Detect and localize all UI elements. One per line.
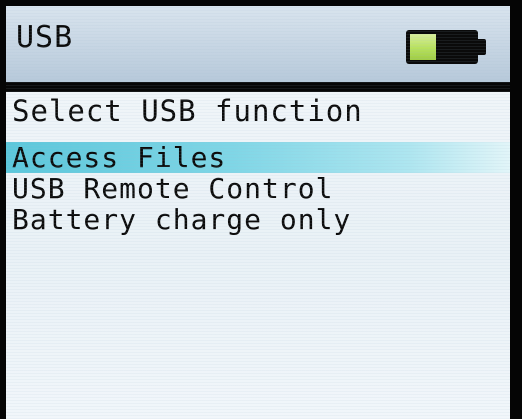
menu-item-label: USB Remote Control — [12, 172, 334, 205]
lcd-screen: USB Select USB function Access Files USB… — [6, 6, 510, 419]
menu-item-access-files[interactable]: Access Files — [6, 142, 510, 173]
title-separator — [6, 82, 510, 92]
menu-item-usb-remote-control[interactable]: USB Remote Control — [6, 173, 510, 204]
battery-icon — [406, 30, 486, 64]
battery-level-fill — [410, 34, 436, 60]
menu-item-battery-charge-only[interactable]: Battery charge only — [6, 204, 510, 235]
usb-function-menu: Access Files USB Remote Control Battery … — [6, 142, 510, 235]
title-bar: USB — [6, 6, 510, 82]
device-frame: USB Select USB function Access Files USB… — [0, 0, 522, 419]
menu-item-label: Access Files — [12, 141, 227, 174]
battery-body — [406, 30, 478, 64]
screen-title: USB — [16, 20, 74, 55]
menu-heading: Select USB function — [12, 94, 363, 128]
battery-tip — [478, 39, 486, 55]
menu-item-label: Battery charge only — [12, 203, 352, 236]
